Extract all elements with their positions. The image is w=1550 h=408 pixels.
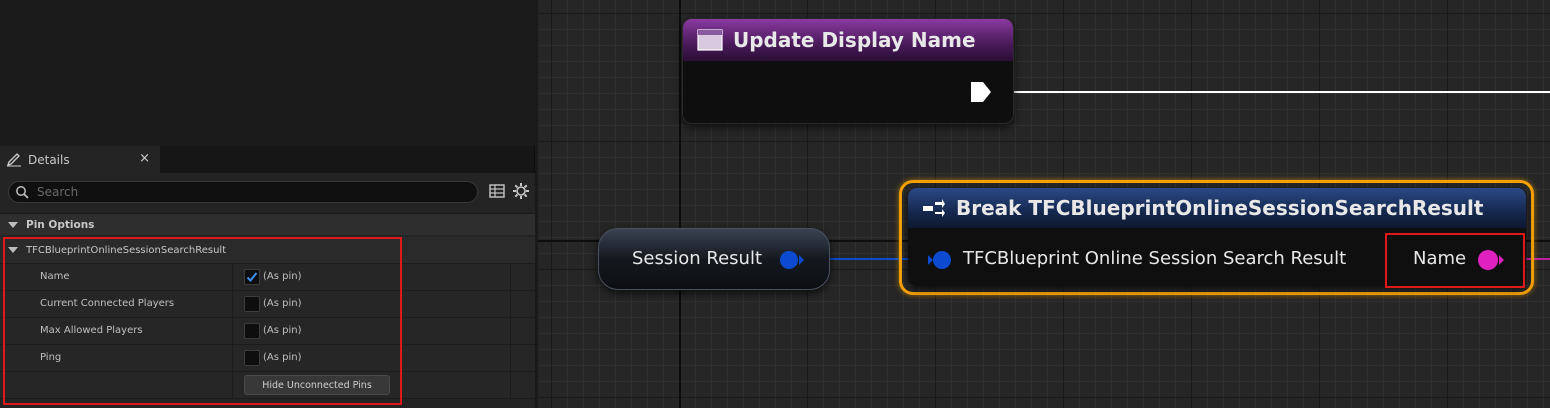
search-input[interactable]: [37, 185, 457, 199]
as-pin-label: (As pin): [263, 325, 302, 336]
details-tab[interactable]: Details ×: [0, 146, 160, 173]
break-struct-node[interactable]: Break TFCBlueprintOnlineSessionSearchRes…: [908, 188, 1526, 286]
name-output-pin-icon[interactable]: [1476, 249, 1506, 271]
property-name: Name: [40, 271, 70, 282]
details-body: Pin Options TFCBlueprintOnlineSessionSea…: [0, 173, 535, 408]
gear-icon[interactable]: [512, 182, 530, 200]
checkmark-icon: [246, 272, 258, 282]
as-pin-label: (As pin): [263, 271, 302, 282]
property-row-max-allowed-players: Max Allowed Players (As pin): [0, 318, 535, 345]
pencil-icon: [6, 152, 21, 166]
column-divider: [232, 372, 233, 399]
property-name: Ping: [40, 352, 62, 363]
pin-checkbox-ping[interactable]: [244, 350, 260, 366]
break-struct-icon: [923, 199, 945, 217]
hide-pins-row: Hide Unconnected Pins: [0, 372, 535, 399]
category-pin-options[interactable]: Pin Options: [0, 213, 535, 235]
collapse-triangle-icon: [8, 247, 18, 253]
struct-group-row[interactable]: TFCBlueprintOnlineSessionSearchResult: [0, 237, 535, 264]
details-tab-label: Details: [28, 152, 70, 167]
close-icon[interactable]: ×: [139, 151, 150, 166]
update-display-name-node[interactable]: Update Display Name: [682, 18, 1014, 124]
hide-unconnected-pins-button[interactable]: Hide Unconnected Pins: [244, 375, 390, 395]
exec-wire[interactable]: [992, 91, 1550, 93]
session-result-label: Session Result: [632, 248, 763, 269]
function-icon: [697, 29, 723, 51]
struct-label: TFCBlueprintOnlineSessionSearchResult: [26, 244, 227, 256]
struct-input-pin-icon[interactable]: [927, 249, 955, 271]
property-name: Max Allowed Players: [40, 325, 143, 336]
column-divider: [510, 372, 511, 399]
break-output-label: Name: [1413, 248, 1467, 269]
as-pin-label: (As pin): [263, 352, 302, 363]
column-divider: [232, 318, 233, 345]
property-name: Current Connected Players: [40, 298, 175, 309]
collapse-triangle-icon: [8, 221, 18, 228]
empty-viewport-area: [0, 0, 535, 146]
search-icon: [16, 186, 29, 199]
node-header: Break TFCBlueprintOnlineSessionSearchRes…: [908, 188, 1526, 228]
break-input-label: TFCBlueprint Online Session Search Resul…: [963, 248, 1347, 269]
property-row-name: Name (As pin): [0, 264, 535, 291]
column-divider: [232, 291, 233, 318]
node-title: Break TFCBlueprintOnlineSessionSearchRes…: [956, 196, 1484, 220]
column-divider: [510, 318, 511, 345]
column-divider: [510, 291, 511, 318]
property-row-ping: Ping (As pin): [0, 345, 535, 372]
pin-checkbox-name[interactable]: [244, 269, 260, 285]
as-pin-label: (As pin): [263, 298, 302, 309]
column-divider: [510, 264, 511, 291]
node-title: Update Display Name: [733, 28, 976, 52]
node-header: Update Display Name: [683, 19, 1013, 61]
graph-origin-axis-vertical: [679, 0, 681, 408]
category-label: Pin Options: [26, 218, 95, 231]
column-divider: [232, 345, 233, 372]
left-panel: Details × Search Pin Options TFCBlueprin…: [0, 0, 535, 408]
property-row-current-connected-players: Current Connected Players (As pin): [0, 291, 535, 318]
grid-icon[interactable]: [488, 182, 506, 200]
column-divider: [510, 345, 511, 372]
pin-checkbox-max-allowed-players[interactable]: [244, 323, 260, 339]
struct-output-pin-icon[interactable]: [779, 249, 805, 271]
search-box[interactable]: [8, 181, 478, 203]
exec-output-pin-icon[interactable]: [969, 80, 993, 104]
pin-checkbox-current-connected-players[interactable]: [244, 296, 260, 312]
column-divider: [232, 264, 233, 291]
